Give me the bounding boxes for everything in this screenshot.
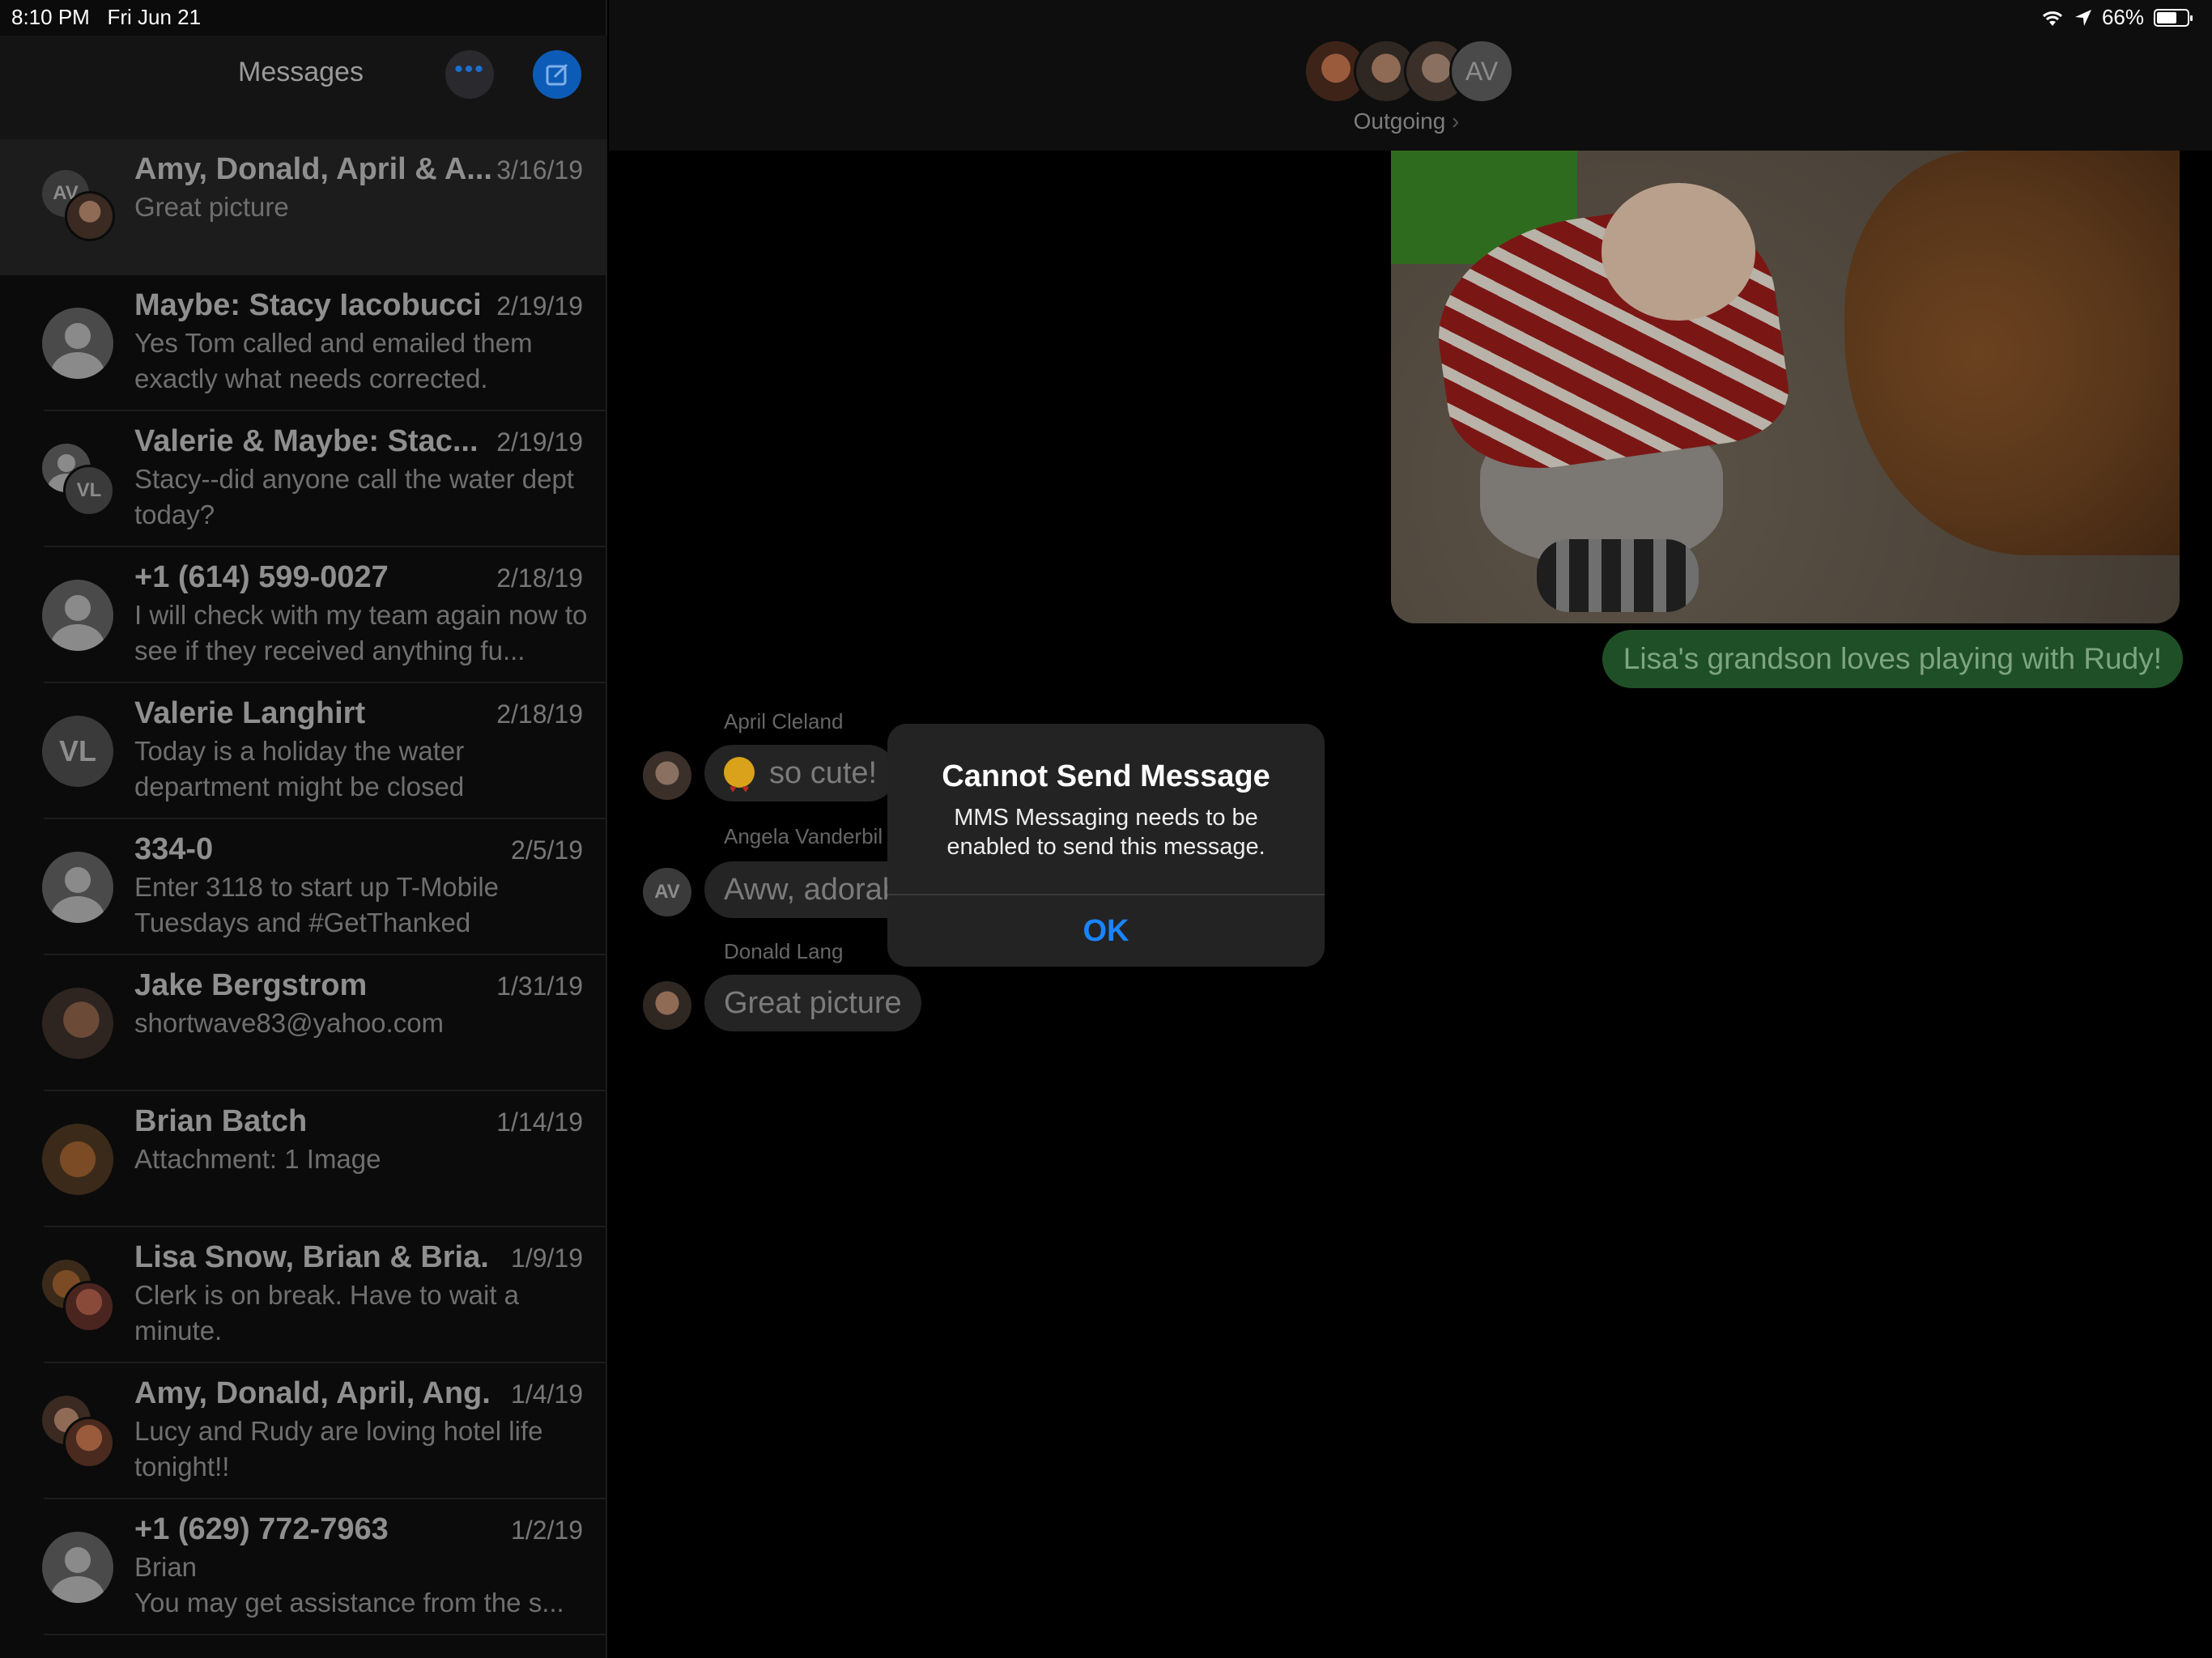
conversation-row[interactable]: VL Valerie Langhirt 2/18/19 Today is a h… (0, 683, 607, 819)
avatar (643, 751, 691, 800)
sender-name: Angela Vanderbil (724, 824, 883, 848)
conversation-preview: Brian You may get assistance from the s.… (134, 1552, 564, 1618)
conversation-row[interactable]: Brian Batch 1/14/19 Attachment: 1 Image (0, 1091, 607, 1227)
conversation-name: Lisa Snow, Brian & Bria... (134, 1240, 491, 1274)
avatar (42, 988, 113, 1059)
avatar (63, 1281, 115, 1333)
sidebar-header: Messages ••• (0, 36, 607, 139)
ok-button[interactable]: OK (887, 895, 1325, 967)
avatar: VL (63, 465, 115, 517)
conversation-preview: Enter 3118 to start up T-Mobile Tuesdays… (134, 872, 500, 937)
battery-icon (2154, 8, 2193, 27)
compose-button[interactable] (533, 50, 581, 99)
conversation-date: 1/31/19 (496, 971, 583, 1001)
conversation-preview: I will check with my team again now to s… (134, 600, 588, 665)
conversation-preview: Attachment: 1 Image (134, 1144, 381, 1174)
conversation-preview: Stacy--did anyone call the water dept to… (134, 464, 574, 529)
avatar (65, 191, 115, 241)
sender-name: Donald Lang (724, 939, 844, 963)
participant-avatars[interactable]: AV (1304, 39, 1514, 105)
conversation-date: 1/9/19 (511, 1244, 583, 1273)
chat-title[interactable]: Outgoing › (609, 108, 2212, 134)
conversation-row[interactable]: Jake Bergstrom 1/31/19 shortwave83@yahoo… (0, 955, 607, 1091)
clock-time: 8:10 PM (11, 5, 90, 29)
battery-percent: 66% (2101, 5, 2144, 29)
sidebar-title: Messages (238, 57, 364, 87)
alert-title: Cannot Send Message (942, 759, 1270, 793)
avatar (42, 308, 113, 379)
avatar: AV (1449, 39, 1514, 104)
conversation-name: Valerie Langhirt (134, 696, 366, 730)
compose-icon (546, 63, 568, 86)
avatar (42, 580, 113, 651)
conversation-date: 1/14/19 (496, 1107, 583, 1137)
more-options-button[interactable]: ••• (445, 50, 494, 99)
conversation-date: 2/19/19 (496, 291, 583, 321)
conversation-row[interactable]: Amy, Donald, April, Ang... 1/4/19 Lucy a… (0, 1363, 607, 1499)
conversation-date: 2/5/19 (511, 835, 583, 865)
conversation-name: Jake Bergstrom (134, 968, 368, 1002)
message-text: so cute! (769, 756, 878, 790)
conversation-row[interactable]: Lisa Snow, Brian & Bria... 1/9/19 Clerk … (0, 1227, 607, 1363)
avatar (643, 981, 691, 1030)
conversation-name: Valerie & Maybe: Stac... (134, 424, 479, 458)
conversation-preview: Yes Tom called and emailed them exactly … (134, 328, 533, 393)
alert-dialog: Cannot Send Message MMS Messaging needs … (887, 724, 1325, 967)
incoming-message-bubble[interactable]: so cute! (704, 745, 897, 817)
conversation-preview: Clerk is on break. Have to wait a minute… (134, 1280, 520, 1346)
conversation-preview: Great picture (134, 192, 289, 222)
conversation-date: 2/18/19 (496, 699, 583, 729)
photo-attachment[interactable] (1391, 151, 2180, 623)
conversation-row[interactable]: +1 (614) 599-0027 2/18/19 I will check w… (0, 547, 607, 683)
status-bar: 8:10 PM Fri Jun 21 66% (0, 0, 2212, 36)
conversation-date: 3/16/19 (496, 155, 583, 185)
conversation-preview: Today is a holiday the water department … (134, 736, 465, 801)
outgoing-message-bubble[interactable]: Lisa's grandson loves playing with Rudy! (1602, 630, 2183, 688)
conversation-sidebar: Messages ••• AV Amy, Donald, April & A..… (0, 0, 607, 1658)
sender-name: April Cleland (724, 709, 844, 733)
wifi-icon (2042, 11, 2062, 26)
conversation-name: Maybe: Stacy Iacobucci (134, 288, 482, 322)
avatar (63, 1417, 115, 1469)
conversation-preview: Lucy and Rudy are loving hotel life toni… (134, 1416, 543, 1482)
location-arrow-icon (2074, 9, 2091, 26)
status-time: 8:10 PM Fri Jun 21 (11, 5, 201, 30)
alert-message: MMS Messaging needs to be enabled to sen… (946, 805, 1266, 860)
status-icons: 66% (2040, 5, 2193, 30)
conversation-list: AV Amy, Donald, April & A... 3/16/19 Gre… (0, 139, 607, 1635)
clock-date: Fri Jun 21 (107, 5, 202, 29)
conversation-name: +1 (614) 599-0027 (134, 560, 389, 594)
heart-eyes-emoji-icon (724, 757, 755, 817)
conversation-name: Brian Batch (134, 1104, 308, 1138)
conversation-name: 334-0 (134, 832, 214, 866)
incoming-message-bubble[interactable]: Great picture (704, 975, 921, 1031)
avatar (42, 1124, 113, 1195)
conversation-date: 1/4/19 (511, 1380, 583, 1409)
avatar (42, 852, 113, 923)
chat-pane: AV Outgoing › Lisa's grandson loves play… (609, 0, 2212, 1658)
conversation-date: 2/18/19 (496, 563, 583, 593)
avatar (42, 1532, 113, 1603)
conversation-name: +1 (629) 772-7963 (134, 1512, 389, 1546)
conversation-name: Amy, Donald, April, Ang... (134, 1376, 491, 1410)
avatar: AV (643, 868, 691, 916)
conversation-name: Amy, Donald, April & A... (134, 152, 491, 186)
conversation-row[interactable]: 334-0 2/5/19 Enter 3118 to start up T-Mo… (0, 819, 607, 955)
conversation-date: 2/19/19 (496, 427, 583, 457)
conversation-row[interactable]: AV Amy, Donald, April & A... 3/16/19 Gre… (0, 139, 607, 275)
chevron-right-icon: › (1452, 108, 1460, 134)
conversation-row[interactable]: Maybe: Stacy Iacobucci 2/19/19 Yes Tom c… (0, 275, 607, 411)
conversation-row[interactable]: VL Valerie & Maybe: Stac... 2/19/19 Stac… (0, 411, 607, 547)
conversation-date: 1/2/19 (511, 1516, 583, 1545)
chat-title-label: Outgoing (1353, 108, 1446, 134)
conversation-preview: shortwave83@yahoo.com (134, 1008, 445, 1038)
avatar: VL (42, 716, 113, 787)
conversation-row[interactable]: +1 (629) 772-7963 1/2/19 Brian You may g… (0, 1499, 607, 1635)
